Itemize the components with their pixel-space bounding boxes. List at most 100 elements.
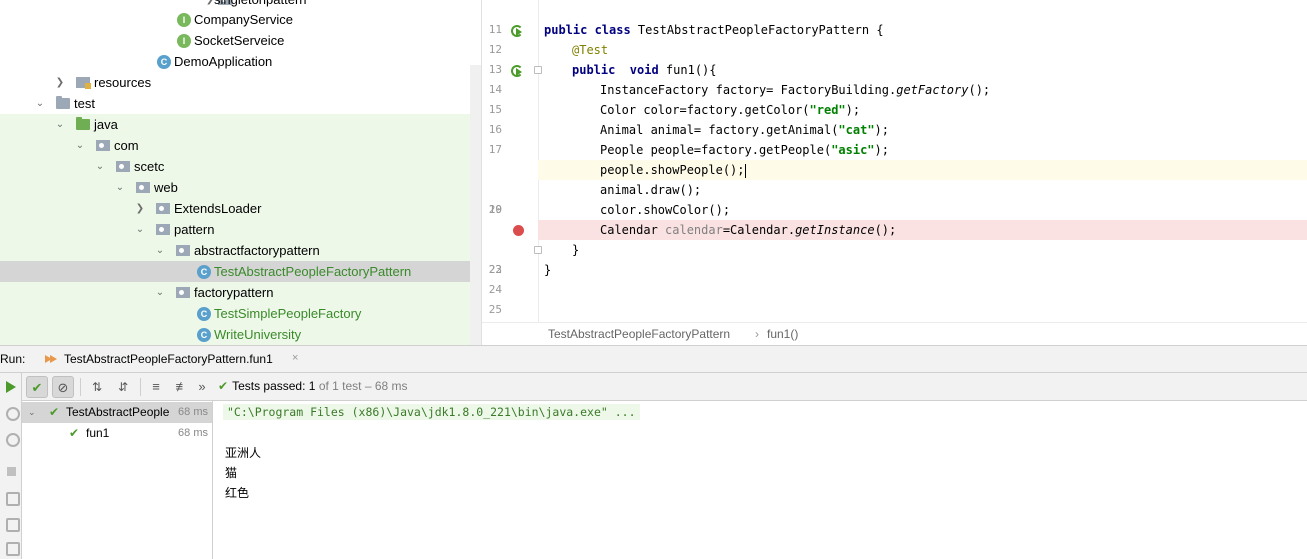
chevron-down-icon[interactable]: ⌄ xyxy=(154,240,166,261)
chevron-right-icon[interactable]: ❯ xyxy=(134,198,146,219)
code-line[interactable]: 23 } xyxy=(482,240,1307,276)
tree-item-socketserveice[interactable]: I SocketServeice xyxy=(0,30,481,51)
project-tree: ❯ singletonpattern I CompanyService I So… xyxy=(0,0,481,345)
package-icon xyxy=(176,287,190,298)
stop-icon[interactable] xyxy=(3,463,19,479)
tree-item-writeuniversity[interactable]: C WriteUniversity xyxy=(0,324,481,345)
code-line[interactable]: 11 xyxy=(482,0,1307,36)
chevron-down-icon[interactable]: ⌄ xyxy=(28,402,36,423)
chevron-down-icon[interactable]: ⌄ xyxy=(34,93,46,114)
tree-item-demoapplication[interactable]: C DemoApplication xyxy=(0,51,481,72)
run-tab[interactable]: TestAbstractPeopleFactoryPattern.fun1 xyxy=(64,352,273,366)
line-number: 25 xyxy=(488,303,502,316)
tree-item-scetc[interactable]: ⌄ scetc xyxy=(0,156,481,177)
test-name: fun1 xyxy=(86,426,110,440)
breakpoint-icon[interactable] xyxy=(513,225,524,236)
rerun-failed-icon[interactable] xyxy=(3,404,20,421)
text-cursor xyxy=(744,163,746,178)
tree-item-label: TestAbstractPeopleFactoryPattern xyxy=(214,264,412,279)
code-text: Animal animal= factory.getAnimal("cat"); xyxy=(600,123,889,137)
tree-item-abstractfactorypattern[interactable]: ⌄ abstractfactorypattern xyxy=(0,240,481,261)
code-line[interactable]: 25 xyxy=(482,280,1307,316)
code-editor[interactable]: 11 12 public class TestAbstractPeopleFac… xyxy=(481,0,1307,345)
code-line[interactable]: 13 @Test xyxy=(482,40,1307,76)
sort-by-duration-icon[interactable]: ⇵ xyxy=(112,376,134,398)
tree-item-java[interactable]: ⌄ java xyxy=(0,114,481,135)
editor-breadcrumb: TestAbstractPeopleFactoryPattern › fun1(… xyxy=(482,322,1307,345)
chevron-down-icon[interactable]: ⌄ xyxy=(54,114,66,135)
breadcrumb-method[interactable]: fun1() xyxy=(767,323,798,346)
code-line[interactable]: 15 InstanceFactory factory= FactoryBuild… xyxy=(482,80,1307,116)
collapse-all-icon[interactable]: ≢ xyxy=(171,376,193,398)
tree-item-test[interactable]: ⌄ test xyxy=(0,93,481,114)
tree-item-pattern[interactable]: ⌄ pattern xyxy=(0,219,481,240)
expand-all-icon[interactable]: ≡ xyxy=(145,376,167,398)
breadcrumb-class[interactable]: TestAbstractPeopleFactoryPattern xyxy=(548,323,730,346)
run-test-gutter-icon[interactable] xyxy=(510,64,523,77)
package-icon xyxy=(96,140,110,151)
passed-count: 1 xyxy=(308,379,316,393)
tree-item-extendsloader[interactable]: ❯ ExtendsLoader xyxy=(0,198,481,219)
more-actions-icon[interactable]: » xyxy=(194,376,210,398)
tree-item-factorypattern[interactable]: ⌄ factorypattern xyxy=(0,282,481,303)
fold-icon[interactable] xyxy=(534,246,542,254)
console-output-line: 猫 xyxy=(225,466,238,480)
tree-item-label: WriteUniversity xyxy=(214,327,302,342)
toolbar-divider xyxy=(80,378,81,396)
tree-item-resources[interactable]: ❯ resources xyxy=(0,72,481,93)
tree-item-label: ExtendsLoader xyxy=(174,201,262,216)
code-line-current[interactable]: 19 people.showPeople(); xyxy=(482,160,1307,220)
console-command-line: "C:\Program Files (x86)\Java\jdk1.8.0_22… xyxy=(223,404,640,420)
chevron-down-icon[interactable]: ⌄ xyxy=(94,156,106,177)
chevron-down-icon[interactable]: ⌄ xyxy=(134,219,146,240)
code-line[interactable]: 14 public void fun1(){ xyxy=(482,60,1307,96)
chevron-down-icon[interactable]: ⌄ xyxy=(114,177,126,198)
test-duration: 68 ms xyxy=(178,427,208,439)
interface-icon: I xyxy=(177,34,191,48)
tree-item-com[interactable]: ⌄ com xyxy=(0,135,481,156)
tree-item-label: abstractfactorypattern xyxy=(194,243,320,258)
tree-item-companyservice[interactable]: I CompanyService xyxy=(0,9,481,30)
show-ignored-icon[interactable]: ⊘ xyxy=(52,376,74,398)
tree-item-web[interactable]: ⌄ web xyxy=(0,177,481,198)
camera-icon[interactable] xyxy=(3,489,20,506)
fold-icon[interactable] xyxy=(534,66,542,74)
export-icon[interactable] xyxy=(3,515,20,532)
tree-item-testsimplepeoplefactory[interactable]: C TestSimplePeopleFactory xyxy=(0,303,481,324)
tree-item-label: web xyxy=(154,180,178,195)
rerun-icon[interactable] xyxy=(3,379,19,395)
code-line[interactable]: 24 } xyxy=(482,260,1307,296)
code-line[interactable]: 18 People people=factory.getPeople("asic… xyxy=(482,140,1307,176)
code-line-breakpoint[interactable]: 22 Calendar calendar=Calendar.getInstanc… xyxy=(482,220,1307,276)
code-text: } xyxy=(572,243,580,257)
code-line[interactable]: 20 animal.draw(); xyxy=(482,180,1307,216)
console-output-line: 亚洲人 xyxy=(225,446,262,460)
test-folder-icon xyxy=(76,117,90,130)
code-line[interactable]: 12 public class TestAbstractPeopleFactor… xyxy=(482,20,1307,56)
show-passed-icon[interactable]: ✔ xyxy=(26,376,48,398)
tree-scrollbar[interactable] xyxy=(470,65,481,345)
run-test-gutter-icon[interactable] xyxy=(510,24,523,37)
chevron-down-icon[interactable]: ⌄ xyxy=(154,282,166,303)
import-icon[interactable] xyxy=(3,539,20,556)
test-row-class[interactable]: ⌄ ✔ TestAbstractPeople 68 ms xyxy=(22,402,212,423)
test-row-method[interactable]: ✔ fun1 68 ms xyxy=(22,423,212,444)
tree-item-label: java xyxy=(94,117,118,132)
toggle-auto-test-icon[interactable] xyxy=(3,430,20,447)
sort-alphabetically-icon[interactable]: ⇅ xyxy=(86,376,108,398)
code-text: animal.draw(); xyxy=(600,183,702,197)
code-line[interactable]: 21 color.showColor(); xyxy=(482,200,1307,236)
chevron-down-icon[interactable]: ⌄ xyxy=(74,135,86,156)
console-output[interactable]: "C:\Program Files (x86)\Java\jdk1.8.0_22… xyxy=(213,401,1307,559)
tree-item-label: DemoApplication xyxy=(174,54,273,69)
close-icon[interactable]: × xyxy=(292,352,298,364)
chevron-right-icon[interactable]: ❯ xyxy=(54,72,66,93)
code-line[interactable]: 16 Color color=factory.getColor("red"); xyxy=(482,100,1307,136)
resources-folder-icon xyxy=(76,77,91,89)
tree-item-testabstractpeoplefactorypattern[interactable]: C TestAbstractPeopleFactoryPattern xyxy=(0,261,481,282)
tree-item-label: SocketServeice xyxy=(194,33,285,48)
breadcrumb-separator: › xyxy=(755,327,759,341)
tree-item-label: com xyxy=(114,138,139,153)
code-line[interactable]: 17 Animal animal= factory.getAnimal("cat… xyxy=(482,120,1307,156)
code-text: } xyxy=(544,263,552,277)
